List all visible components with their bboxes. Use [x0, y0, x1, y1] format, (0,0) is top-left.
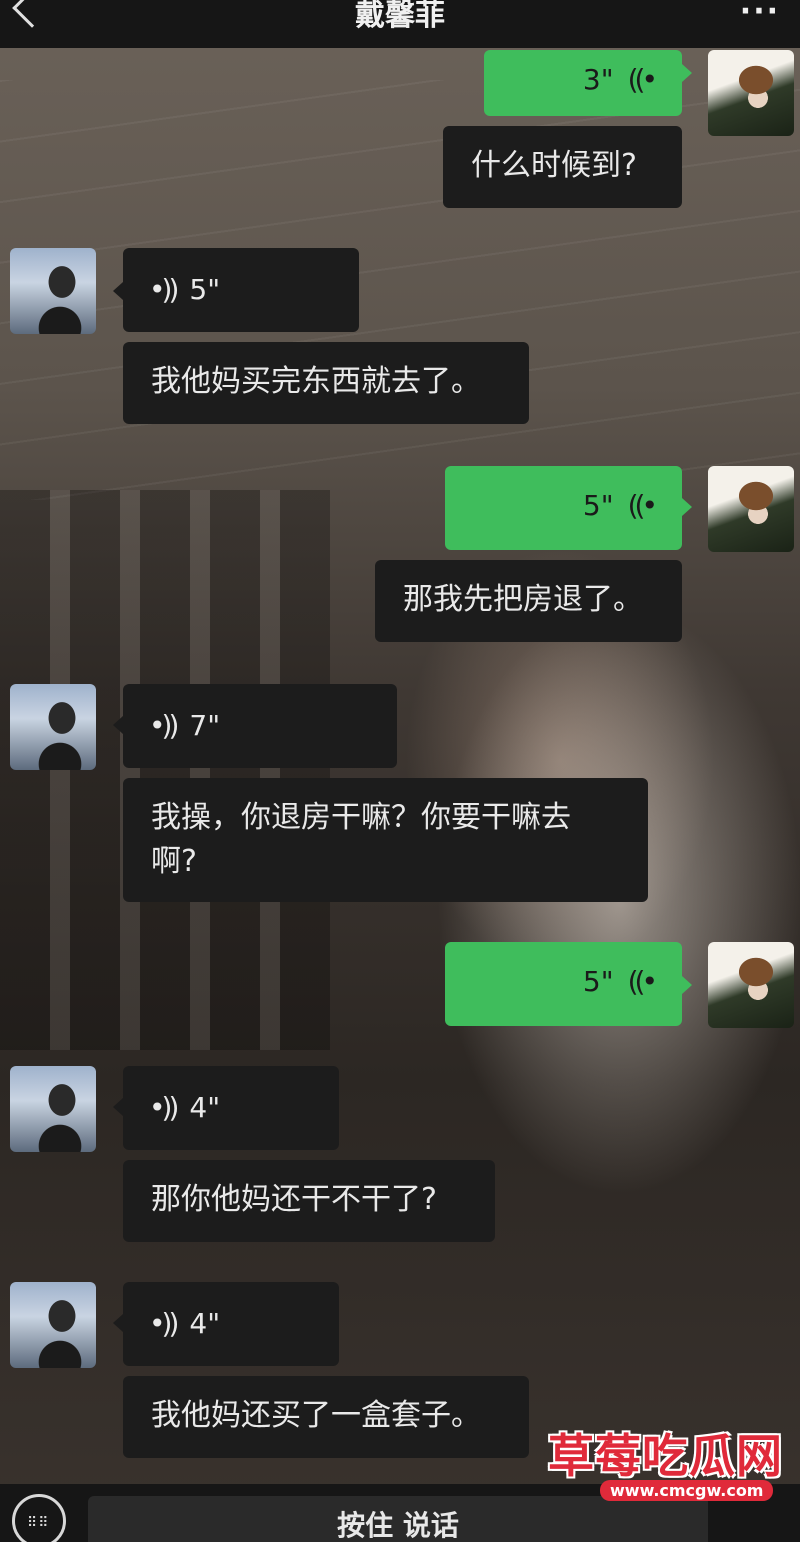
message-text: 那我先把房退了。	[403, 582, 643, 617]
voice-message-bubble[interactable]: 3" ((•	[484, 50, 682, 116]
keyboard-icon[interactable]: ⠿⠿	[12, 1494, 66, 1542]
voice-message-bubble[interactable]: 5" ((•	[445, 942, 682, 1026]
text-message-bubble[interactable]: 我操，你退房干嘛？你要干嘛去 啊?	[123, 778, 648, 902]
more-options-icon[interactable]: ···	[740, 0, 780, 29]
voice-duration: 7"	[189, 709, 221, 742]
avatar-self[interactable]	[708, 466, 794, 552]
top-bar: 戴馨菲 ···	[0, 0, 800, 48]
bubble-tail	[113, 716, 123, 734]
message-text-line-2: 啊?	[151, 844, 197, 879]
avatar-contact[interactable]	[10, 684, 96, 770]
text-message-bubble[interactable]: 那你他妈还干不干了?	[123, 1160, 495, 1242]
watermark-url: www.cmcgw.com	[600, 1480, 774, 1501]
voice-wave-icon: ((•	[627, 63, 658, 96]
voice-message-bubble[interactable]: •)) 7"	[123, 684, 397, 768]
background-shelf	[0, 490, 330, 1050]
message-text: 那你他妈还干不干了?	[151, 1182, 437, 1217]
avatar-contact[interactable]	[10, 1066, 96, 1152]
avatar-self[interactable]	[708, 50, 794, 136]
voice-wave-icon: ((•	[627, 489, 658, 522]
bubble-tail	[682, 498, 692, 516]
text-message-bubble[interactable]: 我他妈还买了一盒套子。	[123, 1376, 529, 1458]
voice-wave-icon: ((•	[627, 965, 658, 998]
bubble-tail	[113, 1314, 123, 1332]
voice-message-bubble[interactable]: •)) 4"	[123, 1066, 339, 1150]
chat-title: 戴馨菲	[355, 0, 445, 33]
voice-duration: 5"	[582, 965, 614, 998]
voice-duration: 3"	[582, 63, 614, 96]
voice-duration: 5"	[582, 489, 614, 522]
watermark-logo: 草莓吃瓜网 www.cmcgw.com	[548, 1420, 788, 1520]
text-message-bubble[interactable]: 我他妈买完东西就去了。	[123, 342, 529, 424]
voice-wave-icon: •))	[149, 709, 179, 742]
text-message-bubble[interactable]: 什么时候到?	[443, 126, 682, 208]
bubble-tail	[113, 1098, 123, 1116]
text-message-bubble[interactable]: 那我先把房退了。	[375, 560, 682, 642]
message-text: 我他妈买完东西就去了。	[151, 364, 481, 399]
bubble-tail	[682, 976, 692, 994]
avatar-contact[interactable]	[10, 248, 96, 334]
avatar-self[interactable]	[708, 942, 794, 1028]
bubble-tail	[113, 282, 123, 300]
voice-duration: 4"	[189, 1091, 221, 1124]
voice-message-bubble[interactable]: •)) 5"	[123, 248, 359, 332]
voice-wave-icon: •))	[149, 1091, 179, 1124]
voice-message-bubble[interactable]: 5" ((•	[445, 466, 682, 550]
voice-wave-icon: •))	[149, 273, 179, 306]
bubble-tail	[682, 64, 692, 82]
voice-duration: 5"	[189, 273, 221, 306]
voice-wave-icon: •))	[149, 1307, 179, 1340]
voice-duration: 4"	[189, 1307, 221, 1340]
avatar-contact[interactable]	[10, 1282, 96, 1368]
watermark-brand: 草莓吃瓜网	[548, 1429, 783, 1483]
voice-message-bubble[interactable]: •)) 4"	[123, 1282, 339, 1366]
message-text: 我他妈还买了一盒套子。	[151, 1398, 481, 1433]
message-text-line-1: 我操，你退房干嘛？你要干嘛去	[151, 800, 571, 835]
message-text: 什么时候到?	[471, 148, 637, 183]
